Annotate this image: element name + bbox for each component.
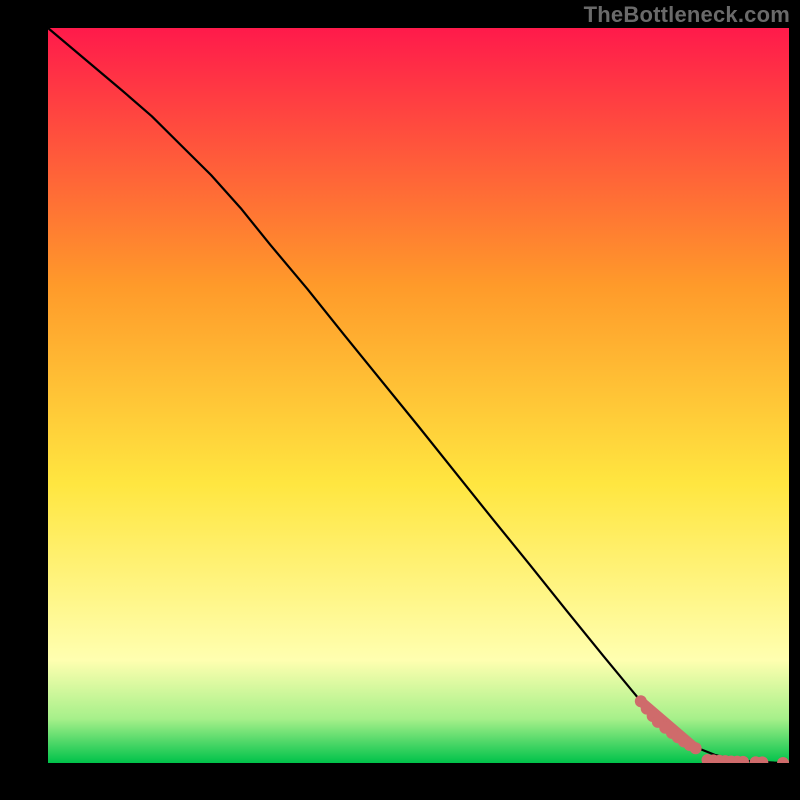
data-point bbox=[777, 757, 789, 763]
data-point bbox=[690, 742, 702, 754]
watermark-text: TheBottleneck.com bbox=[584, 2, 790, 28]
main-curve bbox=[48, 28, 789, 763]
chart-lines bbox=[48, 28, 789, 763]
chart-frame: TheBottleneck.com bbox=[0, 0, 800, 800]
plot-area bbox=[48, 28, 789, 763]
